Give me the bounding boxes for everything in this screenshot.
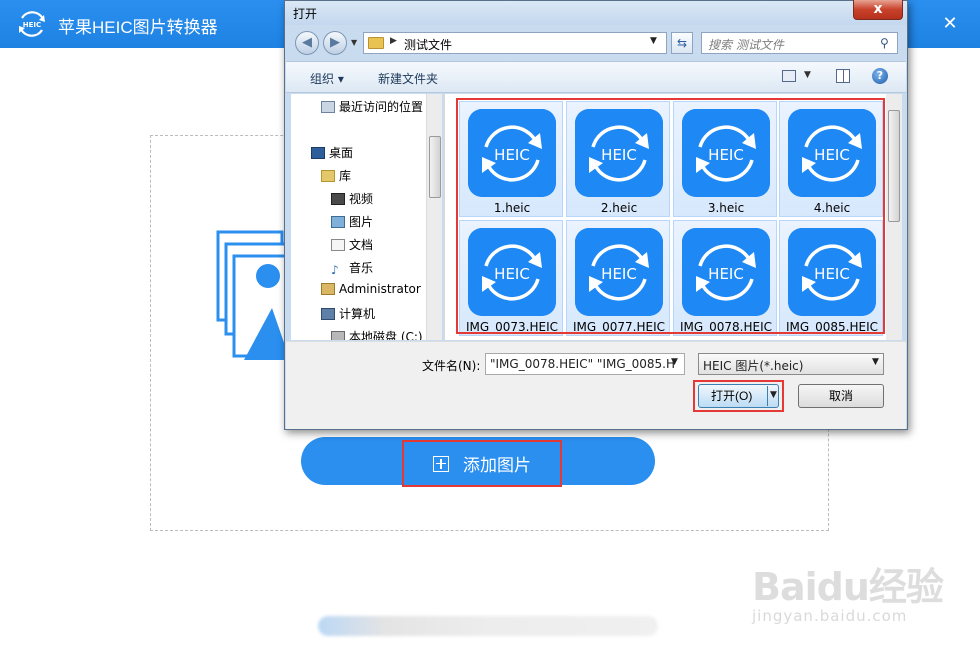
blurred-footer <box>318 616 658 636</box>
dialog-toolbar: 组织 ▾ 新建文件夹 ▼ ? <box>286 61 906 93</box>
nav-item-library[interactable]: 库 <box>321 167 351 187</box>
view-mode-icon[interactable] <box>782 70 796 82</box>
address-row: ◀ ▶ ▼ ▶ 测试文件 ▼ ⇆ 搜索 测试文件 ⚲ <box>285 27 907 59</box>
app-title: 苹果HEIC图片转换器 <box>58 18 218 37</box>
selection-highlight <box>456 98 885 334</box>
filetype-select[interactable]: HEIC 图片(*.heic) <box>698 353 884 375</box>
filename-input[interactable]: "IMG_0078.HEIC" "IMG_0085.H <box>485 353 685 375</box>
watermark-sub: jingyan.baidu.com <box>752 607 908 625</box>
drive-icon <box>331 331 345 340</box>
nav-scroll-thumb[interactable] <box>429 136 441 198</box>
address-path: 测试文件 <box>404 38 453 52</box>
filename-label: 文件名(N): <box>422 359 481 373</box>
search-input[interactable]: 搜索 测试文件 ⚲ <box>701 32 898 54</box>
user-icon <box>321 283 335 295</box>
nav-item-drive-c[interactable]: 本地磁盘 (C:) <box>331 328 423 340</box>
new-folder-button[interactable]: 新建文件夹 <box>378 70 438 87</box>
grid-scrollbar[interactable] <box>886 94 902 340</box>
refresh-icon[interactable]: ⇆ <box>671 32 693 54</box>
search-icon[interactable]: ⚲ <box>880 36 894 50</box>
dialog-footer: 文件名(N): "IMG_0078.HEIC" "IMG_0085.H ▼ HE… <box>286 341 906 429</box>
nav-item-administrator[interactable]: Administrator <box>321 282 421 302</box>
address-bar[interactable]: ▶ 测试文件 ▼ <box>363 32 667 54</box>
dialog-close-button[interactable]: x <box>853 0 903 20</box>
pictures-icon <box>331 216 345 228</box>
cancel-button[interactable]: 取消 <box>798 384 884 408</box>
back-arrow-icon[interactable]: ◀ <box>295 31 319 55</box>
nav-item-computer[interactable]: 计算机 <box>321 305 375 325</box>
address-dropdown-icon[interactable]: ▼ <box>650 36 657 46</box>
dialog-titlebar[interactable]: 打开 x <box>285 0 907 25</box>
close-icon[interactable]: ✕ <box>936 10 964 38</box>
filetype-dropdown-icon[interactable]: ▼ <box>872 357 879 367</box>
open-dropdown-icon[interactable]: ▼ <box>770 390 777 400</box>
nav-item-music[interactable]: ♪ 音乐 <box>331 259 373 279</box>
open-file-dialog: 打开 x ◀ ▶ ▼ ▶ 测试文件 ▼ ⇆ 搜索 测试文件 ⚲ 组织 ▾ 新建文… <box>284 0 908 430</box>
breadcrumb-arrow-icon[interactable]: ▶ <box>390 36 397 46</box>
grid-scroll-thumb[interactable] <box>888 110 900 222</box>
preview-pane-icon[interactable] <box>836 69 850 83</box>
search-placeholder: 搜索 测试文件 <box>708 38 784 52</box>
view-dropdown-icon[interactable]: ▼ <box>804 70 811 80</box>
nav-item-documents[interactable]: 文档 <box>331 236 373 256</box>
add-image-label: 添加图片 <box>463 456 531 476</box>
nav-scrollbar[interactable] <box>426 94 442 340</box>
library-icon <box>321 170 335 182</box>
help-icon[interactable]: ? <box>872 68 888 84</box>
navigation-pane: 最近访问的位置 桌面 库 视频 图片 文档 ♪ 音乐 Administrator … <box>291 94 442 340</box>
recent-icon <box>321 101 335 113</box>
logo-text: HEIC <box>23 21 41 29</box>
plus-square-icon <box>433 455 449 472</box>
forward-arrow-icon[interactable]: ▶ <box>323 31 347 55</box>
documents-icon <box>331 239 345 251</box>
heic-logo-icon: HEIC <box>19 11 45 37</box>
desktop-icon <box>311 147 325 159</box>
nav-item-video[interactable]: 视频 <box>331 190 373 210</box>
nav-item-desktop[interactable]: 桌面 <box>311 144 353 164</box>
folder-icon <box>368 37 384 49</box>
organize-menu[interactable]: 组织 ▾ <box>310 70 344 87</box>
open-button-divider <box>767 386 768 406</box>
watermark: Baidu经验 jingyan.baidu.com <box>752 556 952 626</box>
history-dropdown-icon[interactable]: ▼ <box>351 38 357 47</box>
nav-item-recent[interactable]: 最近访问的位置 <box>321 98 423 118</box>
add-image-highlight[interactable]: 添加图片 <box>402 440 562 487</box>
watermark-main: Baidu经验 <box>752 565 944 609</box>
music-icon: ♪ <box>331 263 339 277</box>
dialog-title: 打开 <box>293 7 318 21</box>
nav-item-pictures[interactable]: 图片 <box>331 213 373 233</box>
computer-icon <box>321 308 335 320</box>
app-window: HEIC 苹果HEIC图片转换器 ✕ 添加图片 Baidu经验 jingyan.… <box>0 0 980 650</box>
video-icon <box>331 193 345 205</box>
filename-dropdown-icon[interactable]: ▼ <box>671 357 678 367</box>
